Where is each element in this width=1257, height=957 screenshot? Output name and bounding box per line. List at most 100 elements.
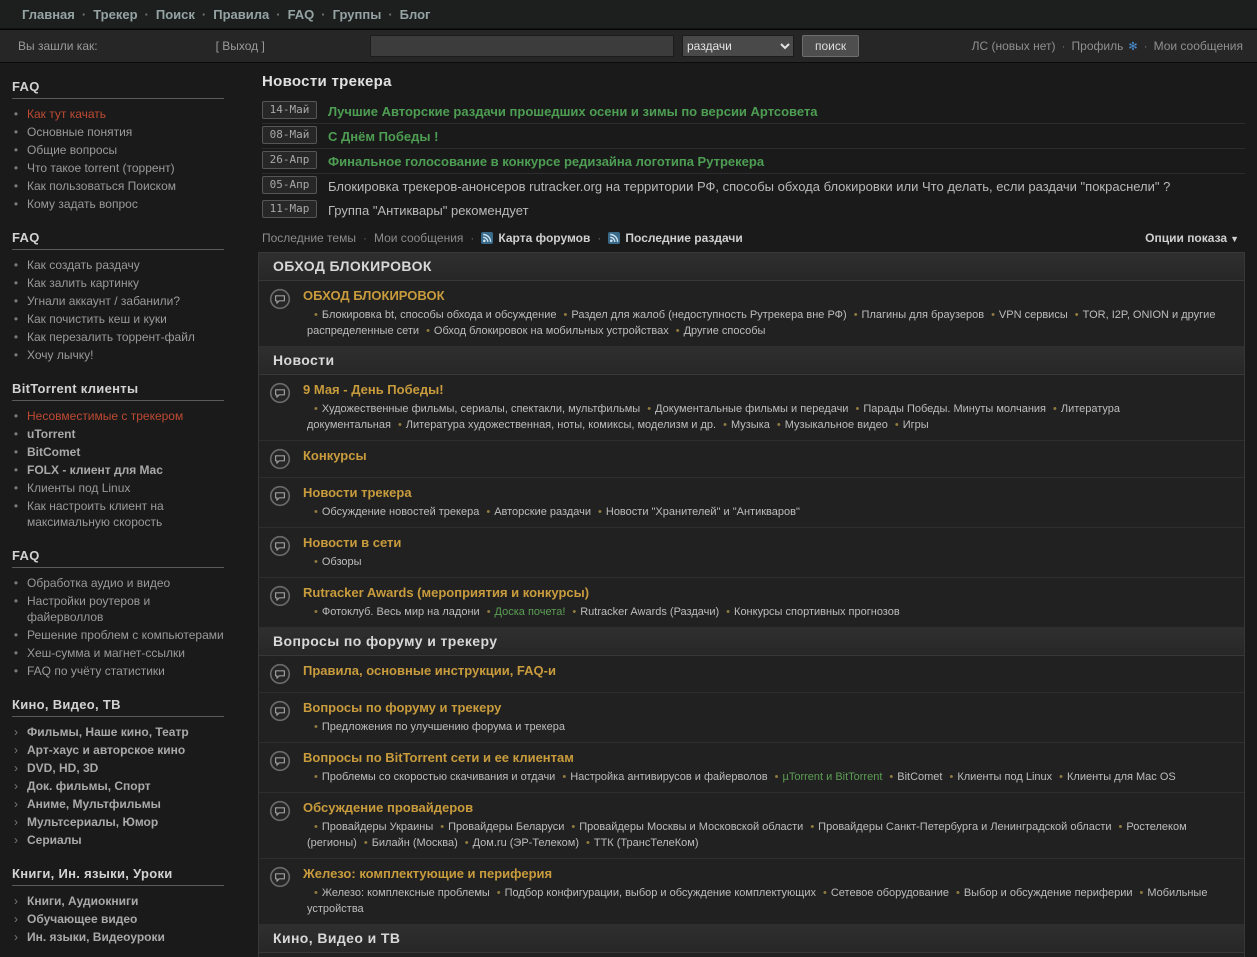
sidebar-link[interactable]: Как пользоваться Поиском <box>27 178 176 194</box>
subforum-link[interactable]: Железо: комплексные проблемы <box>322 887 490 899</box>
news-link[interactable]: Блокировка трекеров-анонсеров rutracker.… <box>328 176 1170 195</box>
sidebar-link[interactable]: uTorrent <box>27 426 75 442</box>
sidebar-link[interactable]: Сериалы <box>27 832 82 848</box>
sidebar-link[interactable]: Кому задать вопрос <box>27 196 138 212</box>
topnav-link[interactable]: Группы <box>333 7 382 22</box>
sidebar-link[interactable]: Как залить картинку <box>27 275 139 291</box>
sidebar-link[interactable]: Как настроить клиент на максимальную ско… <box>27 498 224 530</box>
topnav-link[interactable]: Поиск <box>156 7 195 22</box>
topnav-link[interactable]: Главная <box>22 7 75 22</box>
subforum-link[interactable]: Дом.ru (ЭР-Телеком) <box>473 837 579 849</box>
forum-link[interactable]: Новости трекера <box>303 485 412 500</box>
subforum-link[interactable]: Литература художественная, ноты, комиксы… <box>406 419 716 431</box>
subforum-link[interactable]: Выбор и обсуждение периферии <box>964 887 1133 899</box>
subforum-link[interactable]: Подбор конфигурации, выбор и обсуждение … <box>505 887 816 899</box>
search-scope-select[interactable]: раздачи <box>682 35 794 57</box>
logout-link[interactable]: [ Выход ] <box>216 39 265 53</box>
sidebar-link[interactable]: Аниме, Мультфильмы <box>27 796 161 812</box>
sidebar-link[interactable]: Как тут качать <box>27 106 106 122</box>
search-button[interactable]: поиск <box>802 35 859 57</box>
category-header[interactable]: ОБХОД БЛОКИРОВОК <box>259 253 1244 281</box>
subforum-link[interactable]: Музыкальное видео <box>785 419 888 431</box>
forum-link[interactable]: 9 Мая - День Победы! <box>303 382 444 397</box>
subforum-link[interactable]: Провайдеры Москвы и Московской области <box>579 821 803 833</box>
subforum-link[interactable]: Документальные фильмы и передачи <box>655 403 848 415</box>
subforum-link[interactable]: Настройка антивирусов и файерволов <box>570 771 767 783</box>
topnav-link[interactable]: Правила <box>213 7 269 22</box>
sidebar-link[interactable]: Что такое torrent (торрент) <box>27 160 175 176</box>
subforum-link[interactable]: Блокировка bt, способы обхода и обсужден… <box>322 309 557 321</box>
sidebar-link[interactable]: FAQ по учёту статистики <box>27 663 165 679</box>
sidebar-link[interactable]: Мультсериалы, Юмор <box>27 814 158 830</box>
topnav-link[interactable]: FAQ <box>288 7 315 22</box>
subforum-link[interactable]: Другие способы <box>684 325 766 337</box>
toolbar-link[interactable]: Карта форумов <box>498 231 590 245</box>
forum-link[interactable]: Вопросы по BitTorrent сети и ее клиентам <box>303 750 574 765</box>
news-date-chip[interactable]: 14-Май <box>262 101 317 119</box>
sidebar-link[interactable]: Несовместимые с трекером <box>27 408 183 424</box>
news-link[interactable]: Группа "Антиквары" рекомендует <box>328 200 529 219</box>
subforum-link[interactable]: Провайдеры Санкт-Петербурга и Ленинградс… <box>818 821 1111 833</box>
sidebar-link[interactable]: Основные понятия <box>27 124 132 140</box>
subforum-link[interactable]: Сетевое оборудование <box>831 887 949 899</box>
sidebar-link[interactable]: Фильмы, Наше кино, Театр <box>27 724 189 740</box>
subforum-link[interactable]: Новости "Хранителей" и "Антикваров" <box>606 506 800 518</box>
sidebar-link[interactable]: Угнали аккаунт / забанили? <box>27 293 180 309</box>
news-link[interactable]: Лучшие Авторские раздачи прошедших осени… <box>328 101 818 120</box>
subforum-link[interactable]: Игры <box>903 419 929 431</box>
subforum-link[interactable]: Раздел для жалоб (недоступность Рутрекер… <box>571 309 846 321</box>
sidebar-link[interactable]: Ин. языки, Видеоуроки <box>27 929 165 945</box>
toolbar-link[interactable]: Последние темы <box>262 231 356 245</box>
forum-link[interactable]: Новости в сети <box>303 535 401 550</box>
news-link[interactable]: С Днём Победы ! <box>328 126 438 145</box>
subforum-link[interactable]: µTorrent и BitTorrent <box>782 771 882 783</box>
sidebar-link[interactable]: Общие вопросы <box>27 142 117 158</box>
subforum-link[interactable]: Художественные фильмы, сериалы, спектакл… <box>322 403 640 415</box>
subforum-link[interactable]: Предложения по улучшению форума и трекер… <box>322 721 565 733</box>
subforum-link[interactable]: Провайдеры Беларуси <box>448 821 564 833</box>
toolbar-link[interactable]: Мои сообщения <box>374 231 463 245</box>
sidebar-link[interactable]: Как почистить кеш и куки <box>27 311 167 327</box>
subforum-link[interactable]: Провайдеры Украины <box>322 821 433 833</box>
sidebar-link[interactable]: FOLX - клиент для Mac <box>27 462 163 478</box>
forum-link[interactable]: Конкурсы <box>303 448 367 463</box>
subforum-link[interactable]: Обход блокировок на мобильных устройства… <box>434 325 669 337</box>
sidebar-link[interactable]: Как перезалить торрент-файл <box>27 329 195 345</box>
display-options-button[interactable]: Опции показа▼ <box>1145 231 1239 245</box>
sidebar-link[interactable]: Клиенты под Linux <box>27 480 130 496</box>
subforum-link[interactable]: Rutracker Awards (Раздачи) <box>580 606 719 618</box>
news-date-chip[interactable]: 11-Мар <box>262 200 317 218</box>
user-link[interactable]: ЛС (новых нет) <box>972 39 1056 53</box>
subforum-link[interactable]: Билайн (Москва) <box>372 837 458 849</box>
forum-link[interactable]: Правила, основные инструкции, FAQ-и <box>303 663 556 678</box>
subforum-link[interactable]: ТТК (ТрансТелеКом) <box>594 837 699 849</box>
subforum-link[interactable]: Клиенты под Linux <box>957 771 1052 783</box>
sidebar-link[interactable]: Книги, Аудиокниги <box>27 893 138 909</box>
user-link[interactable]: Мои сообщения <box>1154 39 1243 53</box>
subforum-link[interactable]: Обзоры <box>322 556 362 568</box>
forum-link[interactable]: Rutracker Awards (мероприятия и конкурсы… <box>303 585 589 600</box>
sidebar-link[interactable]: DVD, HD, 3D <box>27 760 98 776</box>
subforum-link[interactable]: Парады Победы. Минуты молчания <box>863 403 1046 415</box>
toolbar-link[interactable]: Последние раздачи <box>625 231 742 245</box>
user-link[interactable]: Профиль <box>1072 39 1124 53</box>
subforum-link[interactable]: Конкурсы спортивных прогнозов <box>734 606 900 618</box>
sidebar-link[interactable]: Хеш-сумма и магнет-ссылки <box>27 645 185 661</box>
sidebar-link[interactable]: Решение проблем с компьютерами <box>27 627 224 643</box>
subforum-link[interactable]: Доска почета! <box>495 606 566 618</box>
category-header[interactable]: Новости <box>259 347 1244 375</box>
topnav-link[interactable]: Трекер <box>93 7 137 22</box>
search-input[interactable] <box>370 35 674 57</box>
news-date-chip[interactable]: 05-Апр <box>262 176 317 194</box>
sidebar-link[interactable]: Арт-хаус и авторское кино <box>27 742 185 758</box>
subforum-link[interactable]: Клиенты для Mac OS <box>1067 771 1176 783</box>
forum-link[interactable]: Вопросы по форуму и трекеру <box>303 700 501 715</box>
sidebar-link[interactable]: Как создать раздачу <box>27 257 140 273</box>
subforum-link[interactable]: Проблемы со скоростью скачивания и отдач… <box>322 771 555 783</box>
sidebar-link[interactable]: Хочу лычку! <box>27 347 93 363</box>
sidebar-link[interactable]: Обучающее видео <box>27 911 137 927</box>
sidebar-link[interactable]: BitComet <box>27 444 80 460</box>
sidebar-link[interactable]: Док. фильмы, Спорт <box>27 778 151 794</box>
news-link[interactable]: Финальное голосование в конкурсе редизай… <box>328 151 764 170</box>
category-header[interactable]: Кино, Видео и ТВ <box>259 925 1244 953</box>
